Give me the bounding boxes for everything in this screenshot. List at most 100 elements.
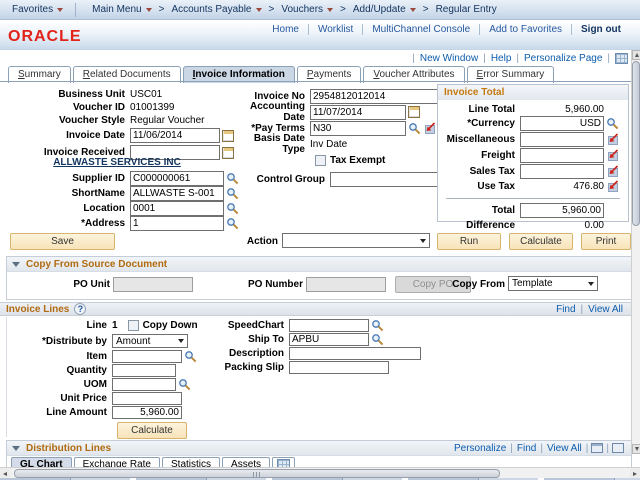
personalize-link[interactable]: Personalize <box>450 443 510 454</box>
speedchart-input[interactable] <box>289 319 369 332</box>
pay-terms-label: *Pay Terms <box>234 123 310 134</box>
item-input[interactable] <box>112 350 182 363</box>
invoice-lines-body: Line1Copy Down *Distribute byAmount Item… <box>6 317 632 437</box>
supplier-id-input[interactable] <box>130 171 224 186</box>
lookup-icon[interactable] <box>371 333 384 346</box>
invoice-date-input[interactable] <box>130 128 220 143</box>
lookup-icon[interactable] <box>408 122 421 135</box>
invoice-no-label: Invoice No <box>234 91 310 102</box>
home-link[interactable]: Home <box>263 24 308 35</box>
horizontal-scroll-thumb[interactable] <box>14 469 500 478</box>
download-grid-icon[interactable] <box>612 443 624 453</box>
print-button[interactable]: Print <box>581 233 631 250</box>
copy-down-checkbox[interactable] <box>128 320 139 331</box>
line-calculate-button[interactable]: Calculate <box>117 422 187 439</box>
transfer-icon[interactable] <box>423 122 436 135</box>
location-input[interactable] <box>130 201 224 216</box>
grid-layout-icon[interactable] <box>615 53 628 64</box>
dist-find-link[interactable]: Find <box>513 443 540 454</box>
invoice-no-input[interactable] <box>310 89 438 104</box>
sales-tax-input[interactable] <box>520 164 604 179</box>
lookup-icon[interactable] <box>184 350 197 363</box>
add-to-favorites-link[interactable]: Add to Favorites <box>479 24 571 35</box>
pay-terms-input[interactable] <box>310 121 406 136</box>
use-tax-value: 476.80 <box>520 181 604 192</box>
menu-add-update[interactable]: Add/Update <box>349 4 420 15</box>
calendar-icon[interactable] <box>408 106 420 118</box>
dist-view-all-link[interactable]: View All <box>543 443 586 454</box>
breadcrumb: Favorites Main Menu > Accounts Payable >… <box>0 0 640 20</box>
calculate-button[interactable]: Calculate <box>509 233 573 250</box>
horizontal-scrollbar[interactable] <box>0 467 640 478</box>
breadcrumb-separator: > <box>423 4 429 15</box>
multichannel-console-link[interactable]: MultiChannel Console <box>362 24 479 35</box>
favorites-menu[interactable]: Favorites <box>8 4 67 15</box>
quantity-input[interactable] <box>112 364 176 377</box>
zoom-grid-icon[interactable] <box>591 443 603 453</box>
basis-date-type-label: Basis Date Type <box>234 133 310 155</box>
total-input[interactable] <box>520 203 604 218</box>
transfer-icon[interactable] <box>606 149 619 162</box>
help-link[interactable]: Help <box>486 53 517 64</box>
accounting-date-input[interactable] <box>310 105 406 120</box>
run-button[interactable]: Run <box>437 233 501 250</box>
collapse-icon[interactable] <box>12 262 20 267</box>
lookup-icon[interactable] <box>226 172 239 185</box>
uom-input[interactable] <box>112 378 176 391</box>
save-button[interactable]: Save <box>10 233 115 250</box>
scroll-up-arrow[interactable] <box>632 50 640 60</box>
menu-accounts-payable[interactable]: Accounts Payable <box>167 4 265 15</box>
scroll-down-arrow[interactable] <box>632 444 640 454</box>
worklist-link[interactable]: Worklist <box>308 24 362 35</box>
voucher-header-left: Business UnitUSC01 Voucher ID01001399 Vo… <box>2 88 234 161</box>
main-menu[interactable]: Main Menu <box>88 4 155 15</box>
vertical-scrollbar[interactable] <box>631 50 640 454</box>
view-all-link[interactable]: View All <box>583 304 628 315</box>
lookup-icon[interactable] <box>606 117 619 130</box>
unit-price-input[interactable] <box>112 392 182 405</box>
tax-exempt-checkbox[interactable] <box>315 155 326 166</box>
personalize-page-link[interactable]: Personalize Page <box>519 53 607 64</box>
ship-to-input[interactable] <box>289 333 369 346</box>
miscellaneous-input[interactable] <box>520 132 604 147</box>
description-label: Description <box>223 348 289 359</box>
packing-slip-input[interactable] <box>289 361 389 374</box>
find-link[interactable]: Find <box>551 304 580 315</box>
address-input[interactable] <box>130 216 224 231</box>
calendar-icon[interactable] <box>222 130 234 142</box>
chevron-down-icon <box>410 8 416 12</box>
breadcrumb-separator: > <box>269 4 275 15</box>
currency-input[interactable] <box>520 116 604 131</box>
line-amount-input[interactable] <box>112 406 182 419</box>
transfer-icon[interactable] <box>606 180 619 193</box>
control-group-input[interactable] <box>330 172 448 187</box>
sign-out-link[interactable]: Sign out <box>571 24 630 35</box>
invoice-lines-header: Invoice Lines ? Find|View All <box>0 302 632 316</box>
line-number: 1 <box>112 320 118 331</box>
lookup-icon[interactable] <box>226 202 239 215</box>
description-input[interactable] <box>289 347 421 360</box>
distribute-by-select[interactable]: Amount <box>112 334 188 348</box>
supplier-name-link[interactable]: ALLWASTE SERVICES INC <box>2 157 232 171</box>
copy-from-select[interactable]: Template <box>508 276 598 291</box>
line-total-value: 5,960.00 <box>520 104 604 115</box>
action-select[interactable] <box>282 233 430 248</box>
shortname-input[interactable] <box>130 186 224 201</box>
vertical-scroll-thumb[interactable] <box>632 61 640 226</box>
transfer-icon[interactable] <box>606 133 619 146</box>
lookup-icon[interactable] <box>178 378 191 391</box>
collapse-icon[interactable] <box>12 446 20 451</box>
lookup-icon[interactable] <box>226 187 239 200</box>
voucher-style-value: Regular Voucher <box>130 115 205 126</box>
new-window-link[interactable]: New Window <box>415 53 483 64</box>
lookup-icon[interactable] <box>226 217 239 230</box>
ship-to-label: Ship To <box>223 334 289 345</box>
menu-vouchers[interactable]: Vouchers <box>277 4 337 15</box>
freight-input[interactable] <box>520 148 604 163</box>
lookup-icon[interactable] <box>371 319 384 332</box>
business-unit-label: Business Unit <box>2 89 130 100</box>
transfer-icon[interactable] <box>606 165 619 178</box>
control-group-label: Control Group <box>250 174 330 185</box>
help-icon[interactable]: ? <box>74 303 86 315</box>
item-label: Item <box>7 351 112 362</box>
